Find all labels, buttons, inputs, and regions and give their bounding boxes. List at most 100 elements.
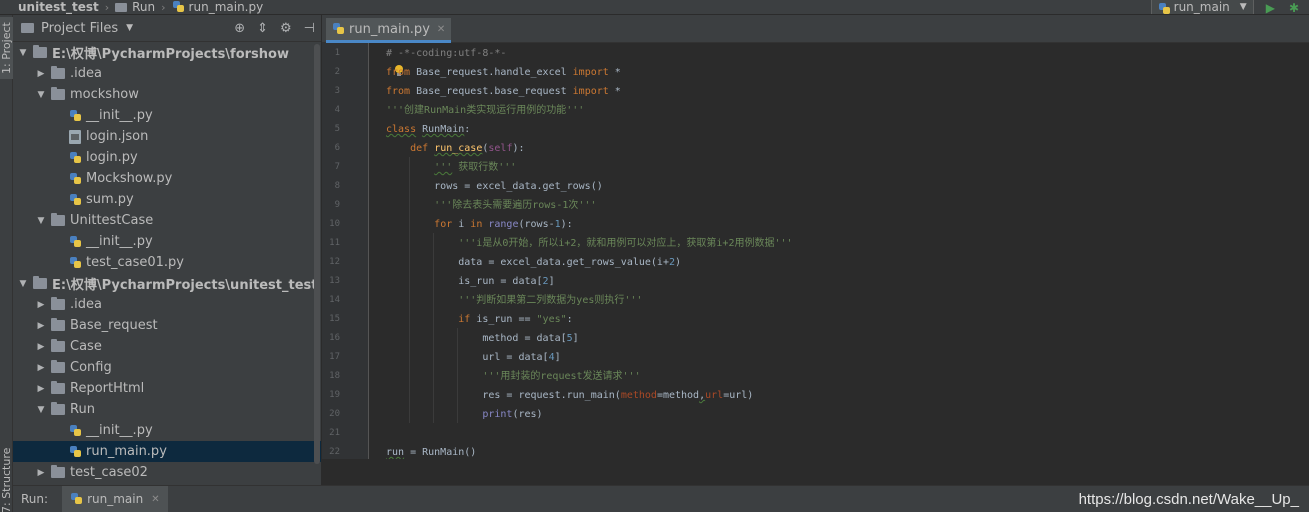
collapse-all-icon[interactable]: ⇕	[257, 21, 268, 36]
tree-folder[interactable]: ▼ UnittestCase	[13, 210, 321, 231]
tree-item-label: login.json	[86, 129, 149, 144]
line-number: 3	[334, 86, 340, 96]
tree-file[interactable]: sum.py	[13, 189, 321, 210]
code-line: method = data[5]	[386, 333, 579, 344]
tree-folder[interactable]: ▶ ReportHtml	[13, 378, 321, 399]
line-number: 22	[329, 447, 340, 457]
line-number: 20	[329, 409, 340, 419]
tree-item-label: Run	[70, 402, 95, 417]
run-tab[interactable]: run_main ✕	[62, 485, 168, 512]
folder-icon	[51, 318, 65, 331]
navigation-bar: unitest_test › Run › run_main.py run_mai…	[0, 0, 1309, 15]
line-number: 12	[329, 257, 340, 267]
close-icon[interactable]: ✕	[437, 24, 445, 35]
hide-icon[interactable]: ⊣	[304, 21, 315, 36]
tree-folder[interactable]: ▼ E:\权博\PycharmProjects\unitest_test	[13, 273, 321, 294]
tab-run-main[interactable]: run_main.py ✕	[326, 18, 452, 43]
tree-item-label: __init__.py	[86, 108, 153, 123]
scrollbar[interactable]	[313, 42, 321, 485]
breadcrumb-folder[interactable]: Run	[132, 0, 155, 14]
python-file-icon	[332, 22, 345, 36]
code-line: # -*-coding:utf-8-*-	[386, 48, 507, 59]
folder-icon	[21, 23, 34, 33]
code-line: rows = excel_data.get_rows()	[386, 181, 603, 192]
run-icon[interactable]: ▶	[1266, 1, 1275, 15]
tree-folder[interactable]: ▶ .idea	[13, 294, 321, 315]
project-tool-tab[interactable]: 1: Project	[0, 17, 13, 79]
tree-file[interactable]: test_case01.py	[13, 252, 321, 273]
folder-icon	[115, 2, 128, 12]
line-number: 8	[334, 181, 340, 191]
project-panel: Project Files ▼ ⊕ ⇕ ⚙ ⊣ ▼ E:\权博\PycharmPr…	[13, 15, 321, 485]
tree-item-label: Case	[70, 339, 102, 354]
chevron-down-icon[interactable]: ▼	[35, 405, 47, 415]
tree-folder[interactable]: ▼ Run	[13, 399, 321, 420]
tree-folder[interactable]: ▶ test_case02	[13, 462, 321, 483]
watermark: https://blog.csdn.net/Wake__Up_	[1078, 491, 1299, 508]
code-line: class RunMain:	[386, 124, 471, 135]
tree-folder[interactable]: ▼ E:\权博\PycharmProjects\forshow	[13, 42, 321, 63]
breadcrumb-file[interactable]: run_main.py	[189, 0, 264, 14]
line-number: 7	[334, 162, 340, 172]
tree-file[interactable]: __init__.py	[13, 420, 321, 441]
chevron-down-icon[interactable]: ▼	[35, 216, 47, 226]
line-number: 16	[329, 333, 340, 343]
code-line: '''除去表头需要遍历rows-1次'''	[434, 200, 597, 211]
breadcrumb-project[interactable]: unitest_test	[0, 0, 99, 14]
chevron-right-icon[interactable]: ▶	[35, 321, 47, 331]
tree-folder[interactable]: ▶ Config	[13, 357, 321, 378]
tree-folder[interactable]: ▼ mockshow	[13, 84, 321, 105]
scroll-thumb[interactable]	[314, 44, 320, 464]
locate-icon[interactable]: ⊕	[234, 21, 245, 36]
chevron-down-icon[interactable]: ▼	[17, 48, 29, 58]
chevron-down-icon[interactable]: ▼	[126, 23, 133, 33]
folder-icon	[51, 213, 65, 226]
chevron-right-icon[interactable]: ▶	[35, 342, 47, 352]
folder-icon	[51, 402, 65, 415]
code-line: if is_run == "yes":	[458, 314, 573, 325]
code-line: from Base_request.handle_excel import *	[386, 67, 621, 78]
project-view-select[interactable]: Project Files	[41, 21, 118, 36]
chevron-right-icon[interactable]: ▶	[35, 300, 47, 310]
folder-icon	[51, 465, 65, 478]
chevron-right-icon[interactable]: ▶	[35, 384, 47, 394]
chevron-down-icon[interactable]: ▼	[35, 90, 47, 100]
line-number: 11	[329, 238, 340, 248]
project-panel-header: Project Files ▼ ⊕ ⇕ ⚙ ⊣	[13, 15, 321, 42]
python-file-icon	[69, 235, 82, 249]
python-file-icon	[69, 445, 82, 459]
chevron-right-icon[interactable]: ▶	[35, 69, 47, 79]
tree-item-label: test_case02	[70, 465, 148, 480]
tree-item-label: login.py	[86, 150, 138, 165]
breadcrumb-separator: ›	[104, 0, 110, 14]
chevron-right-icon[interactable]: ▶	[35, 468, 47, 478]
code-line: '''用封装的request发送请求'''	[482, 371, 641, 382]
tree-file[interactable]: login.json	[13, 126, 321, 147]
close-icon[interactable]: ✕	[151, 494, 159, 505]
folder-icon	[33, 45, 47, 58]
tree-folder[interactable]: ▶ Case	[13, 336, 321, 357]
tree-file[interactable]: __init__.py	[13, 231, 321, 252]
tree-file[interactable]: Mockshow.py	[13, 168, 321, 189]
debug-icon[interactable]: ✱	[1289, 1, 1299, 15]
folder-icon	[51, 66, 65, 79]
run-label: Run:	[21, 492, 49, 506]
breadcrumb-separator: ›	[161, 0, 166, 14]
run-configuration-select[interactable]: run_main ▼	[1150, 0, 1254, 14]
chevron-down-icon[interactable]: ▼	[17, 279, 29, 289]
structure-tool-tab[interactable]: 7: Structure	[0, 445, 13, 512]
chevron-right-icon[interactable]: ▶	[35, 363, 47, 373]
tree-file[interactable]: run_main.py	[13, 441, 321, 462]
folder-icon	[51, 339, 65, 352]
tree-folder[interactable]: ▶ .idea	[13, 63, 321, 84]
folder-icon	[33, 276, 47, 289]
gear-icon[interactable]: ⚙	[280, 21, 292, 36]
code-editor[interactable]: # -*-coding:utf-8-*- from Base_request.h…	[370, 43, 1309, 459]
line-number: 10	[329, 219, 340, 229]
code-line: '''创建RunMain类实现运行用例的功能'''	[386, 105, 585, 116]
tree-file[interactable]: login.py	[13, 147, 321, 168]
tree-folder[interactable]: ▶ Base_request	[13, 315, 321, 336]
tree-file[interactable]: __init__.py	[13, 105, 321, 126]
tree-item-label: __init__.py	[86, 234, 153, 249]
run-toolbar: run_main ▼ ▶ ✱	[1150, 0, 1309, 15]
